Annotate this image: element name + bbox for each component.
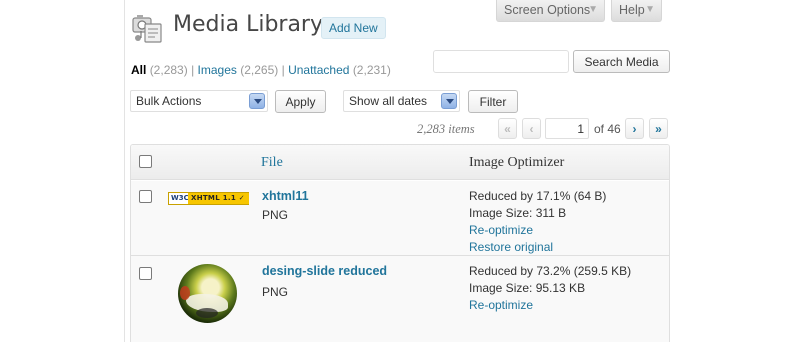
last-page-button[interactable]: »: [649, 118, 668, 139]
optimizer-column-header: Image Optimizer: [469, 155, 565, 170]
filter-images-link[interactable]: Images: [198, 63, 237, 77]
admin-content-edge: [124, 0, 125, 342]
media-table: File Image Optimizer W3C XHTML 1.1 ✓ xht…: [130, 144, 670, 342]
filter-unattached-link[interactable]: Unattached: [288, 63, 349, 77]
thumb-accent-shape: [180, 286, 190, 300]
first-page-button[interactable]: «: [498, 118, 517, 139]
table-row: W3C XHTML 1.1 ✓ xhtml11 PNG Reduced by 1…: [131, 180, 669, 256]
thumbnail-xhtml11[interactable]: W3C XHTML 1.1 ✓: [168, 192, 249, 205]
bulk-actions-select[interactable]: Bulk Actions: [130, 90, 268, 112]
help-button[interactable]: Help ▼: [611, 0, 662, 22]
filter-unattached-count: (2,231): [352, 63, 391, 77]
next-page-button[interactable]: ›: [625, 118, 644, 139]
thumb-shadow-shape: [196, 308, 218, 318]
image-size-text: Image Size: 311 B: [469, 206, 567, 220]
add-new-button[interactable]: Add New: [321, 17, 386, 39]
filter-button[interactable]: Filter: [468, 90, 518, 113]
search-media-button[interactable]: Search Media: [573, 50, 670, 73]
file-name-link[interactable]: xhtml11: [262, 189, 309, 203]
help-label: Help: [619, 3, 645, 17]
total-pages: of 46: [594, 122, 621, 136]
item-count: 2,283 items: [417, 122, 475, 136]
image-size-text: Image Size: 95.13 KB: [469, 281, 586, 295]
prev-page-button[interactable]: ‹: [522, 118, 541, 139]
dropdown-arrow-icon: [249, 93, 265, 109]
filter-all-link[interactable]: All: [131, 63, 146, 77]
table-row: desing-slide reduced PNG Reduced by 73.2…: [131, 256, 669, 342]
table-header: File Image Optimizer: [131, 145, 669, 180]
file-column-header[interactable]: File: [261, 155, 283, 171]
chevron-down-icon: ▼: [588, 4, 598, 15]
page-title: Media Library: [173, 12, 323, 37]
date-filter-value: Show all dates: [349, 94, 428, 108]
file-type: PNG: [262, 208, 289, 222]
filter-images-count: (2,265): [240, 63, 279, 77]
apply-button[interactable]: Apply: [275, 90, 326, 113]
dropdown-arrow-icon: [441, 93, 457, 109]
thumbnail-desing-slide[interactable]: [178, 264, 237, 323]
screen-options-label: Screen Options: [504, 3, 591, 17]
filter-separator: |: [281, 63, 285, 77]
reduction-text: Reduced by 17.1% (64 B): [469, 189, 607, 203]
restore-original-link[interactable]: Restore original: [469, 239, 606, 256]
media-library-icon: [132, 15, 162, 43]
file-type: PNG: [262, 285, 289, 299]
current-page-input[interactable]: 1: [545, 118, 589, 139]
reoptimize-link[interactable]: Re-optimize: [469, 222, 606, 239]
file-name-link[interactable]: desing-slide reduced: [262, 264, 387, 278]
optimizer-info: Reduced by 73.2% (259.5 KB) Image Size: …: [469, 263, 631, 314]
date-filter-select[interactable]: Show all dates: [343, 90, 460, 112]
filter-all-count: (2,283): [149, 63, 188, 77]
bulk-actions-value: Bulk Actions: [136, 94, 202, 108]
select-all-checkbox[interactable]: [139, 155, 152, 168]
row-checkbox[interactable]: [139, 267, 152, 280]
reduction-text: Reduced by 73.2% (259.5 KB): [469, 264, 632, 278]
screen-options-button[interactable]: Screen Options ▼: [496, 0, 605, 22]
row-checkbox[interactable]: [139, 190, 152, 203]
search-input[interactable]: [433, 50, 569, 73]
thumb-w3c-text: W3C: [171, 194, 189, 202]
optimizer-info: Reduced by 17.1% (64 B) Image Size: 311 …: [469, 188, 606, 256]
reoptimize-link[interactable]: Re-optimize: [469, 297, 631, 314]
filter-separator: |: [191, 63, 195, 77]
chevron-down-icon: ▼: [645, 4, 655, 15]
thumb-badge-text: XHTML 1.1 ✓: [188, 193, 249, 204]
media-filter-links: All (2,283) | Images (2,265) | Unattache…: [131, 63, 391, 77]
